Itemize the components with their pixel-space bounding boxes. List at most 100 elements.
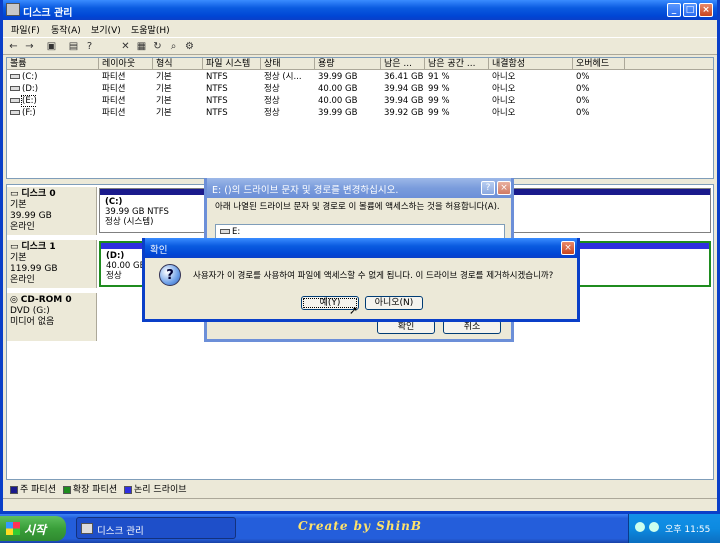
col-layout[interactable]: 레이아웃 [99, 58, 153, 70]
cdrom-0-title: ◎ CD-ROM 0 [10, 295, 72, 305]
volume-status: 정상 [264, 84, 280, 94]
volume-row[interactable]: (E:) 파티션 기본 NTFS 정상 40.00 GB 39.94 GB 99… [7, 95, 713, 107]
volume-icon[interactable] [649, 522, 659, 532]
disk-1-status: 온라인 [10, 275, 35, 285]
ok-button[interactable]: 확인 [377, 320, 435, 334]
cdrom-icon: ◎ [10, 295, 21, 305]
menu-view[interactable]: 보기(V) [91, 23, 121, 36]
volume-free: 39.94 GB [384, 84, 424, 94]
export-icon[interactable]: ▦ [135, 40, 148, 53]
toolbar: ← → ▣ ▤ ? ✕ ▦ ↻ ⌕ ⚙ [3, 37, 717, 55]
back-icon[interactable]: ← [7, 40, 20, 53]
signature-text: Create by ShinB [298, 519, 422, 533]
mouse-cursor-icon: ➚ [349, 304, 359, 317]
logical-drive-swatch [124, 485, 132, 494]
volume-layout: 파티션 [102, 96, 126, 106]
disk-1-title: ▭ 디스크 1 [10, 242, 56, 252]
volume-capacity: 40.00 GB [318, 96, 358, 106]
volume-type: 기본 [156, 108, 172, 118]
settings-icon[interactable]: ⚙ [183, 40, 196, 53]
volume-overhead: 0% [576, 96, 590, 106]
volume-free-percent: 99 % [428, 84, 450, 94]
cdrom-0-label[interactable]: ◎ CD-ROM 0 DVD (G:) 미디어 없음 [7, 293, 97, 341]
volume-row[interactable]: (D:) 파티션 기본 NTFS 정상 40.00 GB 39.94 GB 99… [7, 83, 713, 95]
volume-layout: 파티션 [102, 84, 126, 94]
close-button[interactable]: × [699, 3, 713, 17]
path-dialog-help-button[interactable]: ? [481, 181, 495, 195]
legend-logical: 논리 드라이브 [134, 485, 187, 495]
cancel-button[interactable]: 취소 [443, 320, 501, 334]
col-overhead[interactable]: 오버헤드 [573, 58, 625, 70]
confirm-dialog: 확인 × ? 사용자가 이 경로를 사용하여 파일에 액세스할 수 없게 됩니다… [142, 238, 580, 322]
legend-extended: 확장 파티션 [72, 485, 118, 495]
volume-overhead: 0% [576, 72, 590, 82]
network-icon[interactable] [635, 522, 645, 532]
drive-icon [10, 110, 20, 115]
menu-file[interactable]: 파일(F) [11, 23, 40, 36]
col-type[interactable]: 형식 [153, 58, 203, 70]
col-free[interactable]: 남은 ... [381, 58, 425, 70]
volume-fault-tolerance: 아니오 [492, 96, 516, 106]
clock[interactable]: 오후 11:55 [665, 522, 710, 535]
search-icon[interactable]: ⌕ [167, 40, 180, 53]
extended-partition-swatch [62, 485, 71, 494]
confirm-dialog-title: 확인 [150, 245, 168, 256]
volume-filesystem: NTFS [206, 96, 228, 106]
help-icon[interactable]: ? [83, 40, 96, 53]
properties-icon[interactable]: ▤ [67, 40, 80, 53]
path-dialog-titlebar[interactable]: E: ()의 드라이브 문자 및 경로를 변경하십시오. ? × [207, 178, 511, 198]
col-fault-tolerance[interactable]: 내결함성 [489, 58, 573, 70]
path-dialog-title: E: ()의 드라이브 문자 및 경로를 변경하십시오. [212, 185, 399, 196]
confirm-dialog-close-button[interactable]: × [561, 241, 575, 255]
delete-icon[interactable]: ✕ [119, 40, 132, 53]
volume-free-percent: 91 % [428, 72, 450, 82]
volume-capacity: 40.00 GB [318, 84, 358, 94]
volume-filesystem: NTFS [206, 72, 228, 82]
taskbar-item-disk-management[interactable]: 디스크 관리 [76, 517, 236, 539]
disk-0-label[interactable]: ▭ 디스크 0 기본 39.99 GB 온라인 [7, 187, 97, 235]
volume-row[interactable]: (C:) 파티션 기본 NTFS 정상 (시... 39.99 GB 36.41… [7, 71, 713, 83]
cdrom-0-status: 미디어 없음 [10, 317, 55, 327]
menu-help[interactable]: 도움말(H) [131, 23, 170, 36]
disk-0-type: 기본 [10, 200, 27, 210]
volume-name: (D:) [7, 83, 38, 95]
console-icon[interactable]: ▣ [45, 40, 58, 53]
drive-icon [220, 229, 230, 234]
volume-name: (F:) [7, 107, 36, 119]
taskbar: 시작 디스크 관리 Create by ShinB 오후 11:55 [0, 514, 720, 543]
menu-bar: 파일(F) 동작(A) 보기(V) 도움말(H) [3, 20, 717, 37]
system-tray: 오후 11:55 [628, 514, 720, 543]
col-capacity[interactable]: 용량 [315, 58, 381, 70]
disk-management-icon [6, 3, 20, 16]
disk-1-label[interactable]: ▭ 디스크 1 기본 119.99 GB 온라인 [7, 240, 97, 288]
title-bar[interactable]: 디스크 관리 _ □ × [3, 0, 717, 20]
col-filesystem[interactable]: 파일 시스템 [203, 58, 261, 70]
disk-1-size: 119.99 GB [10, 264, 58, 274]
volume-status: 정상 [264, 96, 280, 106]
volume-type: 기본 [156, 96, 172, 106]
confirm-message: 사용자가 이 경로를 사용하여 파일에 액세스할 수 없게 됩니다. 이 드라이… [193, 271, 554, 281]
disk-0-status: 온라인 [10, 222, 35, 232]
minimize-button[interactable]: _ [667, 3, 681, 17]
confirm-dialog-titlebar[interactable]: 확인 × [145, 238, 577, 258]
menu-action[interactable]: 동작(A) [51, 23, 81, 36]
col-free-percent[interactable]: 남은 공간 ... [425, 58, 489, 70]
legend-primary: 주 파티션 [20, 485, 56, 495]
no-button[interactable]: 아니오(N) [365, 296, 423, 310]
drive-path-item[interactable]: E: [220, 227, 240, 237]
partition-c-size: 39.99 GB NTFS [105, 207, 169, 217]
col-volume[interactable]: 볼륨 [7, 58, 99, 70]
partition-c-name: (C:) [105, 197, 123, 207]
maximize-button[interactable]: □ [683, 3, 697, 17]
volume-name: (C:) [7, 71, 37, 83]
volume-list[interactable]: 볼륨 레이아웃 형식 파일 시스템 상태 용량 남은 ... 남은 공간 ...… [6, 57, 714, 179]
volume-status: 정상 [264, 108, 280, 118]
refresh-icon[interactable]: ↻ [151, 40, 164, 53]
col-status[interactable]: 상태 [261, 58, 315, 70]
start-button[interactable]: 시작 [0, 516, 66, 541]
volume-type: 기본 [156, 84, 172, 94]
forward-icon[interactable]: → [23, 40, 36, 53]
path-dialog-close-button[interactable]: × [497, 181, 511, 195]
volume-status: 정상 (시... [264, 72, 302, 82]
volume-row[interactable]: (F:) 파티션 기본 NTFS 정상 39.99 GB 39.92 GB 99… [7, 107, 713, 119]
